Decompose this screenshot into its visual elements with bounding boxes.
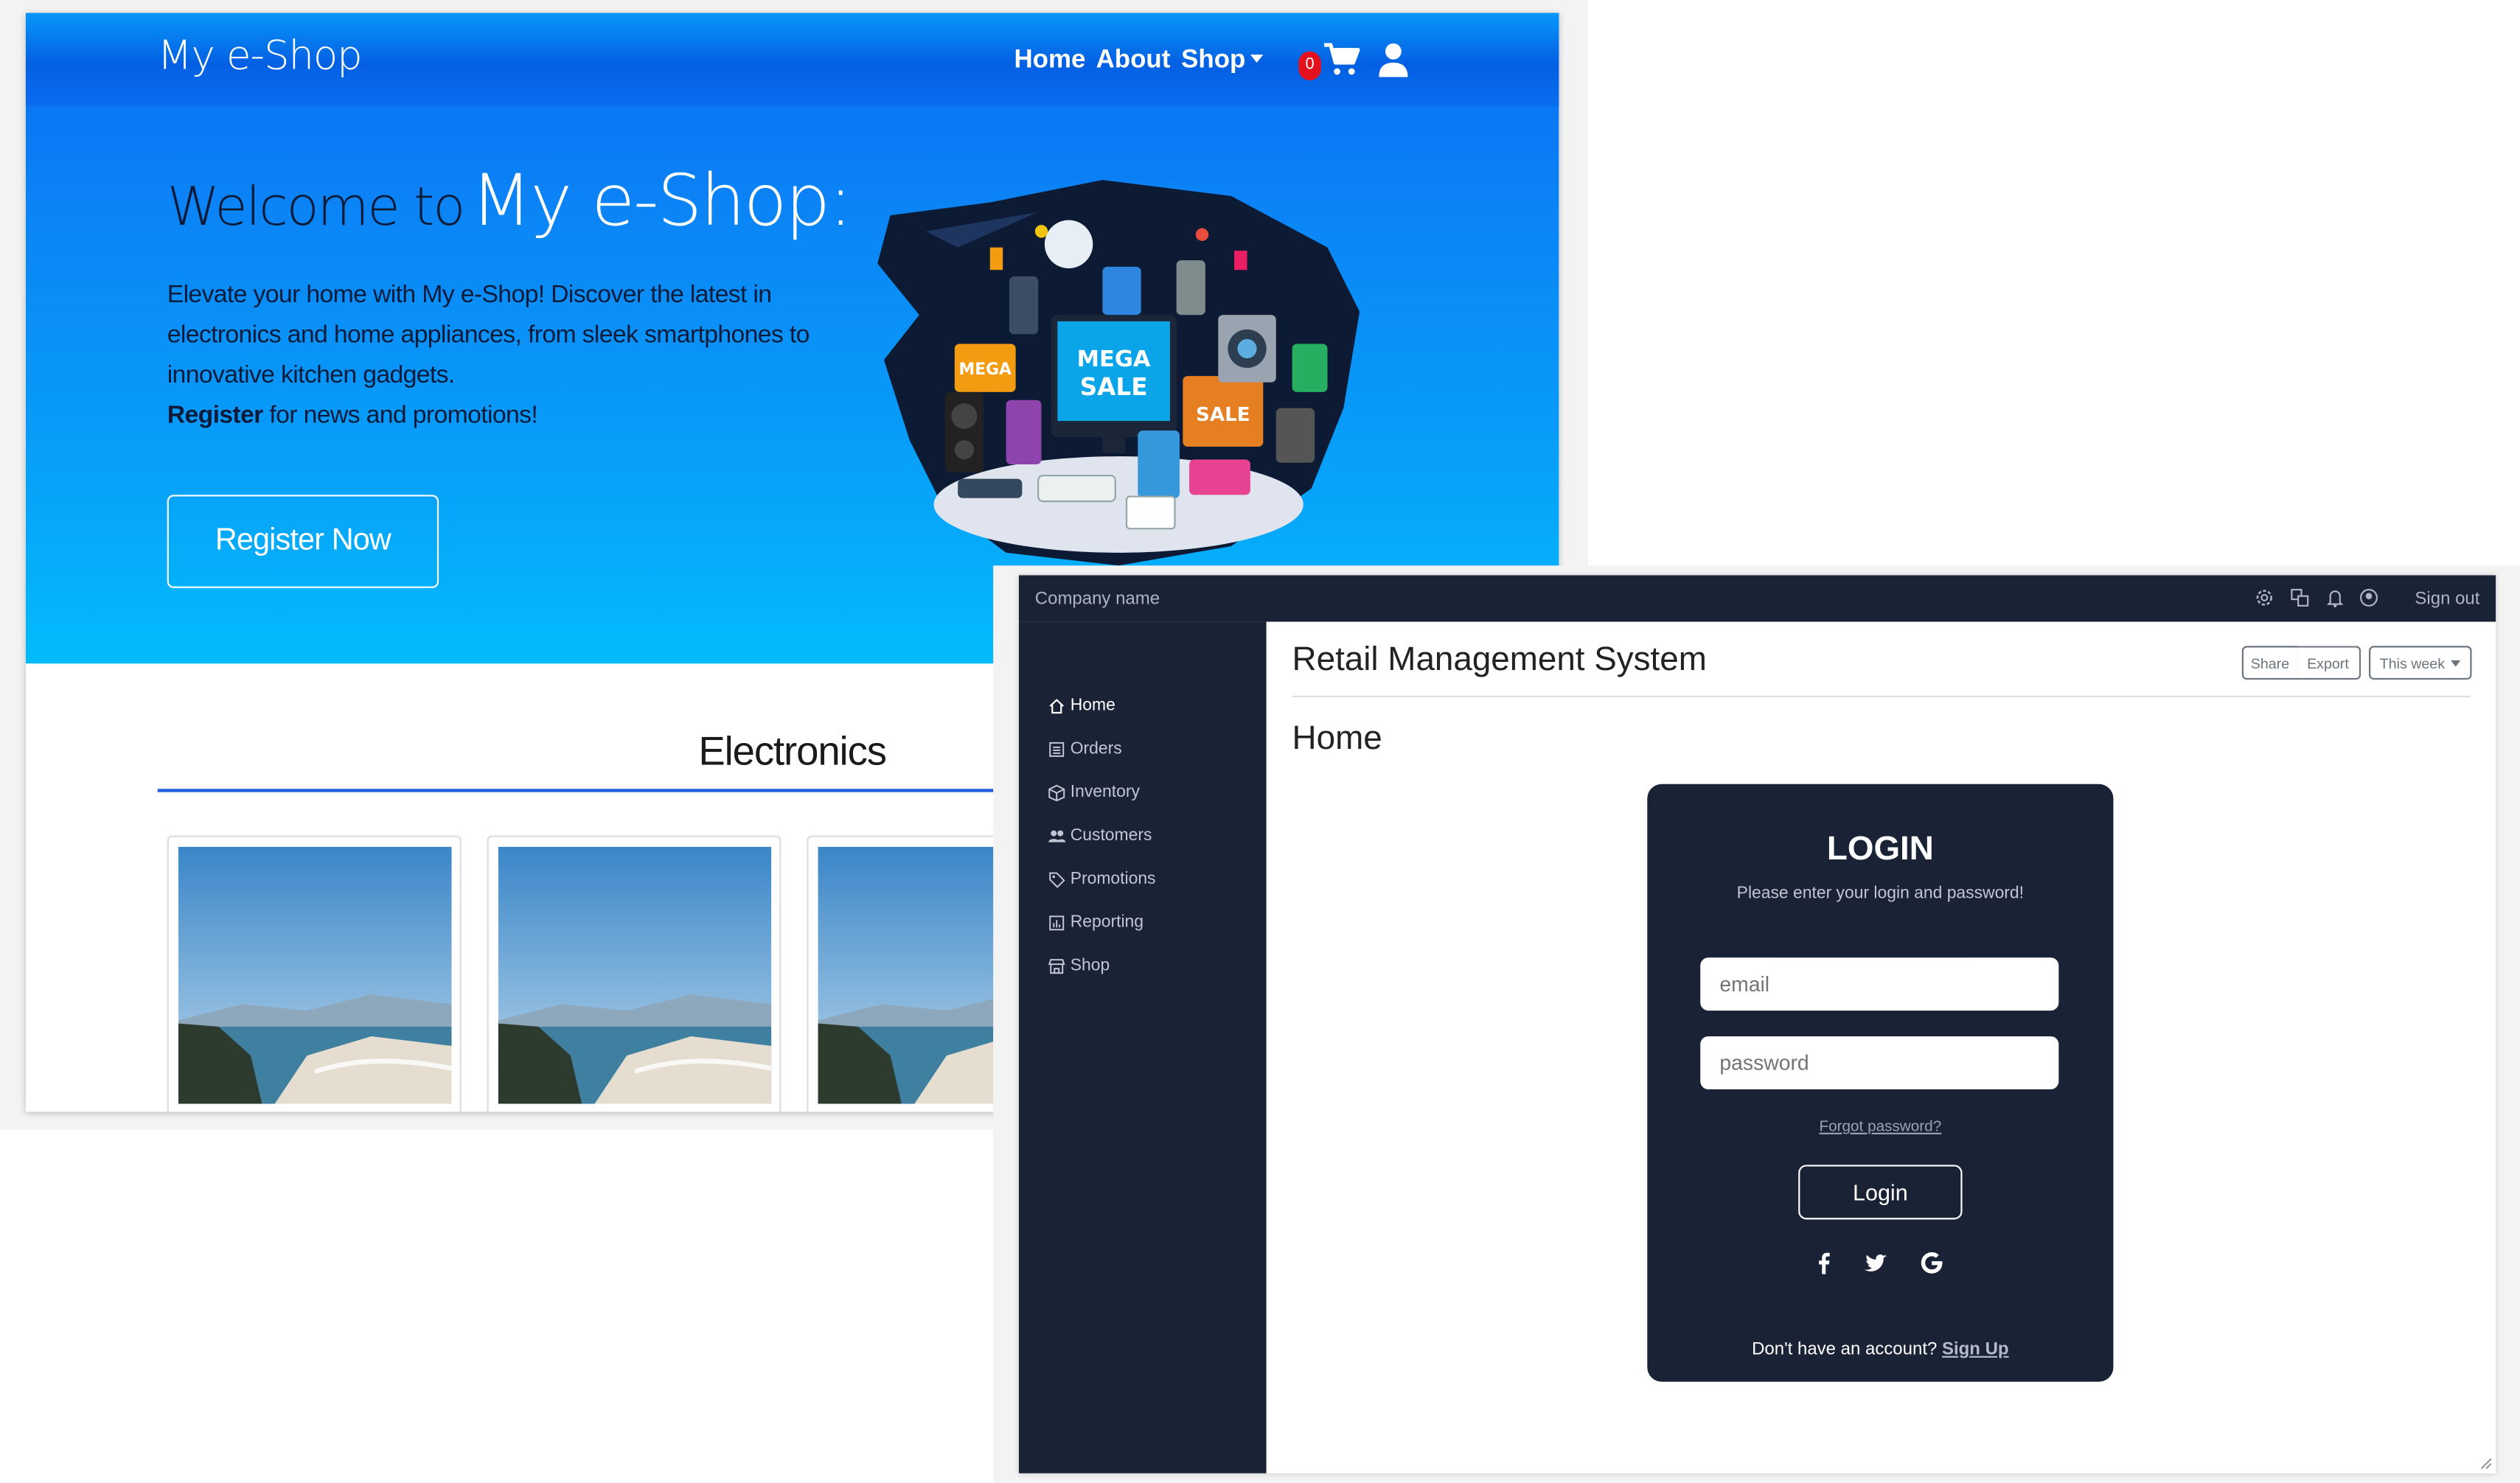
resize-grip-icon[interactable] [2479, 1457, 2492, 1470]
password-field[interactable] [1700, 1036, 2059, 1089]
facebook-icon[interactable] [1811, 1250, 1837, 1276]
chevron-down-icon [2451, 659, 2461, 666]
box-icon [1048, 784, 1065, 801]
sidebar-item-label: Shop [1070, 955, 1110, 976]
period-dropdown[interactable]: This week [2369, 646, 2472, 680]
chevron-down-icon[interactable] [1250, 55, 1264, 63]
divider [1292, 695, 2471, 698]
hero-text: Elevate your home with My e-Shop! Discov… [167, 281, 810, 389]
cart-count-badge: 0 [1298, 51, 1321, 80]
period-label: This week [2379, 655, 2446, 671]
sidebar-item-label: Promotions [1070, 869, 1156, 889]
art-label-mega: MEGA [959, 360, 1012, 379]
sign-up-link[interactable]: Sign Up [1942, 1340, 2009, 1359]
top-bar: Company name Sign out [1018, 575, 2496, 622]
hero-description: Elevate your home with My e-Shop! Discov… [167, 275, 810, 436]
gear-icon[interactable] [2255, 588, 2274, 607]
sidebar-item-label: Inventory [1070, 782, 1140, 802]
mega-sale-illustration: MEGA MEGA SALE SALE [877, 180, 1360, 566]
hero-title: Welcome to My e-Shop: [167, 160, 853, 243]
list-icon [1049, 741, 1065, 756]
sidebar-item-reporting[interactable]: Reporting [1048, 908, 1144, 937]
section-heading: Home [1292, 719, 1382, 757]
hero-register-rest: for news and promotions! [262, 401, 538, 430]
forgot-password-link[interactable]: Forgot password? [1647, 1118, 2113, 1136]
register-now-button[interactable]: Register Now [167, 495, 439, 588]
hero-title-brand: My e-Shop: [470, 160, 853, 243]
share-label: Share [2250, 655, 2290, 671]
sidebar: Home Orders Inventory Customers Promotio… [1018, 621, 1267, 1473]
sidebar-item-label: Customers [1070, 826, 1152, 845]
product-image [178, 846, 452, 1104]
user-icon[interactable] [1379, 42, 1408, 77]
shop-icon [1048, 958, 1065, 974]
hero-register-bold: Register [167, 401, 264, 430]
retail-window: Company name Sign out Home Orders Invent… [993, 565, 2520, 1483]
email-field[interactable] [1700, 957, 2059, 1011]
sidebar-item-promotions[interactable]: Promotions [1048, 865, 1156, 893]
sidebar-item-shop[interactable]: Shop [1048, 951, 1110, 980]
nav-link-home[interactable]: Home [1014, 46, 1085, 75]
nav-link-about[interactable]: About [1096, 46, 1171, 75]
navbar: My e-Shop Home About Shop 0 [25, 13, 1559, 106]
login-subtitle: Please enter your login and password! [1736, 883, 2025, 904]
login-button[interactable]: Login [1798, 1165, 1963, 1220]
page-title: Retail Management System [1292, 641, 1707, 678]
signup-prompt-text: Don't have an account? [1752, 1339, 1942, 1360]
sidebar-item-home[interactable]: Home [1048, 691, 1115, 719]
product-card[interactable] [167, 835, 462, 1112]
twitter-icon[interactable] [1862, 1250, 1888, 1276]
art-label-mega-sale-2: SALE [1080, 373, 1148, 401]
bell-icon[interactable] [2325, 588, 2345, 607]
sign-out-link[interactable]: Sign out [2415, 590, 2479, 609]
product-card[interactable] [487, 835, 782, 1112]
sidebar-item-inventory[interactable]: Inventory [1048, 778, 1140, 806]
sidebar-item-label: Orders [1070, 739, 1122, 758]
hero-title-prefix: Welcome to [167, 175, 466, 238]
cart-icon[interactable] [1323, 42, 1361, 77]
art-label-sale: SALE [1196, 404, 1250, 426]
user-circle-icon[interactable] [2359, 588, 2378, 607]
company-name[interactable]: Company name [1035, 590, 1160, 609]
translate-icon[interactable] [2290, 588, 2309, 607]
art-label-mega-sale-1: MEGA [1077, 346, 1151, 372]
sidebar-item-label: Home [1070, 695, 1115, 716]
nav-dropdown-shop[interactable]: Shop [1181, 46, 1245, 75]
main-content: Retail Management System Share Export Th… [1266, 621, 2496, 1473]
tag-icon [1049, 871, 1065, 887]
sidebar-item-label: Reporting [1070, 913, 1144, 932]
login-title: LOGIN [1826, 830, 1934, 868]
share-button[interactable]: Share [2241, 646, 2299, 680]
login-card: LOGIN Please enter your login and passwo… [1647, 784, 2114, 1382]
sidebar-item-customers[interactable]: Customers [1048, 821, 1152, 850]
product-image [498, 846, 772, 1104]
signup-prompt: Don't have an account? Sign Up [1647, 1340, 2113, 1359]
brand-logo[interactable]: My e-Shop [158, 32, 363, 79]
people-icon [1048, 829, 1066, 842]
sidebar-item-orders[interactable]: Orders [1048, 734, 1122, 763]
export-label: Export [2307, 655, 2349, 671]
chart-icon [1049, 915, 1065, 930]
house-icon [1049, 698, 1064, 713]
export-button[interactable]: Export [2296, 646, 2361, 680]
retail-page: Company name Sign out Home Orders Invent… [1018, 575, 2496, 1473]
google-icon[interactable] [1919, 1250, 1945, 1276]
